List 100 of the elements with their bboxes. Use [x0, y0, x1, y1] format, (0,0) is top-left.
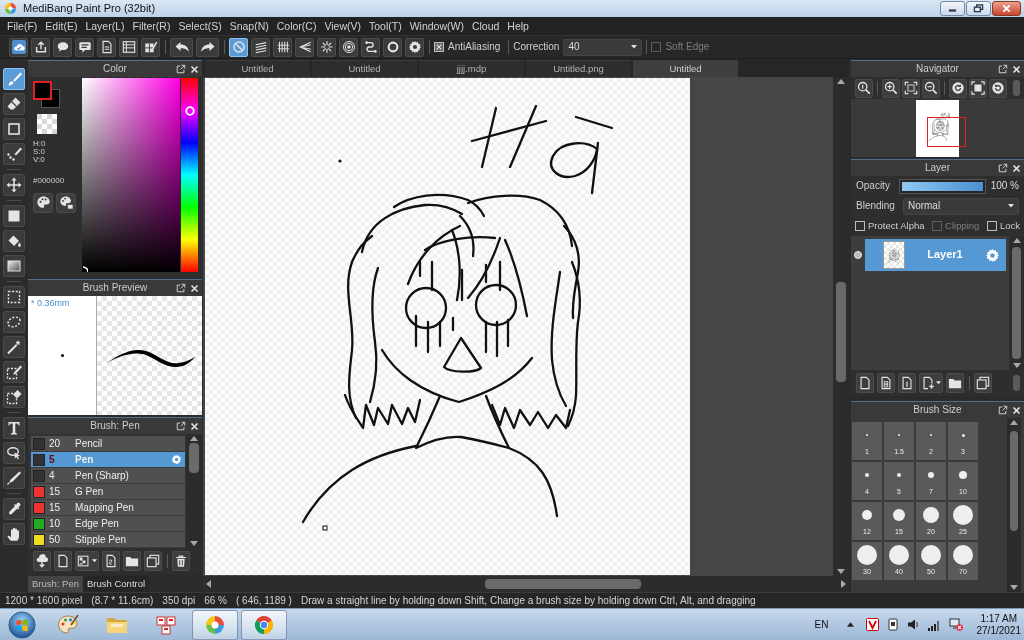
clock[interactable]: 1:17 AM 27/1/2021 — [976, 612, 1021, 637]
panel-tab[interactable]: Brush: Pen — [28, 576, 83, 592]
scroll-down-arrow-icon[interactable] — [1012, 363, 1021, 368]
undock-icon[interactable] — [176, 283, 186, 293]
undock-icon[interactable] — [998, 64, 1008, 74]
selection-pen-tool-button[interactable] — [3, 361, 25, 383]
hue-slider[interactable] — [181, 78, 198, 272]
trash-button[interactable] — [172, 551, 190, 571]
brush-list-item[interactable]: 5 Pen — [31, 452, 185, 468]
paint-bucket-tool-button[interactable] — [3, 230, 25, 252]
fit-screen-button[interactable] — [902, 78, 920, 98]
menu-item[interactable]: Select(S) — [174, 17, 226, 35]
page-bar-button[interactable] — [898, 373, 916, 393]
zoom-out-button[interactable] — [922, 78, 940, 98]
page-stack-button[interactable] — [877, 373, 895, 393]
eyedropper-tool-button[interactable] — [3, 498, 25, 520]
scroll-up-arrow-icon[interactable] — [190, 436, 198, 441]
palette-button[interactable] — [33, 192, 53, 213]
v-logo-icon[interactable] — [865, 618, 879, 631]
scroll-thumb[interactable] — [189, 443, 199, 473]
antialiasing-checkbox[interactable] — [434, 42, 444, 52]
filled-square-tool-button[interactable] — [3, 205, 25, 227]
transparent-swatch-icon[interactable] — [37, 114, 57, 134]
move-tool-button[interactable] — [3, 174, 25, 196]
network-error-icon[interactable] — [948, 618, 963, 631]
new-page-button[interactable] — [856, 373, 874, 393]
undock-icon[interactable] — [176, 421, 186, 431]
close-icon[interactable] — [1012, 405, 1021, 415]
brush-list-item[interactable]: 20 Pencil — [31, 436, 185, 452]
speaker-icon[interactable] — [906, 618, 920, 631]
scroll-left-arrow-icon[interactable] — [206, 580, 211, 588]
close-icon[interactable] — [1012, 163, 1021, 173]
folder-button[interactable] — [123, 551, 141, 571]
undock-icon[interactable] — [176, 64, 186, 74]
curve-path-button[interactable] — [361, 37, 380, 57]
speech-bubble-button[interactable] — [53, 37, 72, 57]
scroll-thumb[interactable] — [1010, 431, 1018, 531]
visibility-dot-icon[interactable] — [854, 251, 862, 259]
scroll-down-arrow-icon[interactable] — [190, 541, 198, 546]
vertical-scrollbar[interactable] — [186, 434, 202, 548]
menu-item[interactable]: Color(C) — [272, 17, 321, 35]
menu-item[interactable]: Window(W) — [405, 17, 468, 35]
viewport-frame[interactable] — [927, 116, 966, 147]
horizontal-scrollbar[interactable] — [203, 576, 849, 592]
brush-list-item[interactable]: 4 Pen (Sharp) — [31, 468, 185, 484]
brush-list-item[interactable]: 15 Mapping Pen — [31, 500, 185, 516]
scroll-thumb[interactable] — [1012, 247, 1021, 359]
language-indicator[interactable]: EN — [814, 618, 829, 631]
undock-icon[interactable] — [998, 405, 1008, 415]
undock-icon[interactable] — [998, 163, 1008, 173]
selection-eraser-tool-button[interactable] — [3, 386, 25, 408]
hue-thumb[interactable] — [184, 105, 195, 116]
new-page-button[interactable] — [54, 551, 72, 571]
menu-item[interactable]: Layer(L) — [81, 17, 129, 35]
scroll-up-arrow-icon[interactable] — [1010, 420, 1018, 425]
up-triangle-icon[interactable] — [846, 622, 854, 627]
vertical-scrollbar[interactable] — [833, 77, 849, 576]
menu-item[interactable]: Help — [503, 17, 533, 35]
parallel-lines-button[interactable] — [251, 37, 270, 57]
close-icon[interactable] — [190, 64, 199, 74]
menu-item[interactable]: Tool(T) — [365, 17, 406, 35]
rectangle-selection-tool-button[interactable] — [3, 286, 25, 308]
cloud-download-button[interactable] — [33, 551, 51, 571]
settings-button[interactable] — [405, 37, 424, 57]
grid-lines-button[interactable] — [273, 37, 292, 57]
document-tab[interactable]: Untitled.png — [526, 60, 631, 77]
document-tab[interactable]: Untitled — [205, 60, 310, 77]
close-icon[interactable] — [190, 283, 199, 293]
rotate-left-button[interactable] — [949, 78, 967, 98]
lasso-selection-tool-button[interactable] — [3, 311, 25, 333]
protect-alpha-checkbox[interactable] — [855, 221, 865, 231]
magic-wand-tool-button[interactable] — [3, 336, 25, 358]
letter-t-tool-button[interactable] — [3, 417, 25, 439]
full-view-button[interactable] — [969, 78, 987, 98]
rotate-right-button[interactable] — [989, 78, 1007, 98]
correction-dropdown[interactable]: 40 — [563, 38, 643, 56]
redo-button[interactable] — [196, 37, 219, 57]
hand-tool-button[interactable] — [3, 523, 25, 545]
close-icon[interactable] — [190, 421, 199, 431]
concentric-circles-button[interactable] — [339, 37, 358, 57]
gradient-tool-button[interactable] — [3, 255, 25, 277]
close-icon[interactable] — [1012, 64, 1021, 74]
scroll-thumb[interactable] — [485, 579, 641, 589]
document-tab[interactable]: Untitled — [312, 60, 417, 77]
folder-button[interactable] — [946, 373, 964, 393]
cloud-button[interactable] — [9, 37, 28, 57]
document-tab[interactable]: Untitled — [633, 60, 738, 77]
square-outline-tool-button[interactable] — [3, 118, 25, 140]
menu-item[interactable]: View(V) — [320, 17, 365, 35]
menu-item[interactable]: Snap(N) — [225, 17, 273, 35]
menu-item[interactable]: Edit(E) — [41, 17, 82, 35]
brush-list-item[interactable]: 50 Stipple Pen — [31, 532, 185, 548]
undo-button[interactable] — [170, 37, 193, 57]
scroll-up-arrow-icon[interactable] — [837, 79, 845, 84]
page-button[interactable] — [97, 37, 116, 57]
brush-list-item[interactable]: 10 Edge Pen — [31, 516, 185, 532]
zoom-reset-button[interactable] — [855, 78, 873, 98]
palette-settings-button[interactable] — [56, 192, 76, 213]
device-icon[interactable] — [886, 618, 899, 631]
lasso-pointer-tool-button[interactable] — [3, 442, 25, 464]
